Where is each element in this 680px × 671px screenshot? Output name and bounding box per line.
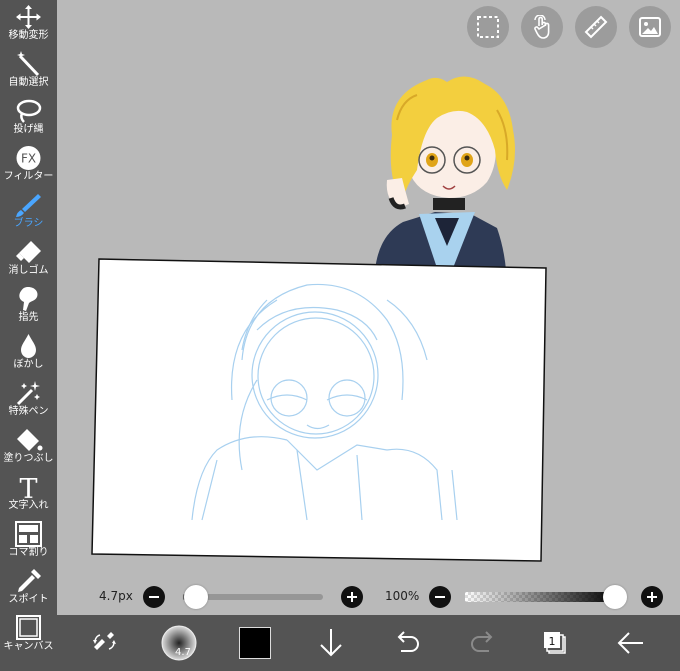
tool-text[interactable]: T 文字入れ xyxy=(0,470,57,517)
tool-canvas[interactable]: キャンバス xyxy=(0,611,57,658)
undo-button[interactable] xyxy=(387,623,427,663)
tool-filter[interactable]: FX フィルター xyxy=(0,141,57,188)
bucket-fill-icon xyxy=(17,429,43,451)
drawing-canvas[interactable] xyxy=(57,0,680,579)
brush-size-slider-knob[interactable] xyxy=(183,585,208,609)
tool-label: キャンバス xyxy=(3,641,54,652)
tool-label: 自動選択 xyxy=(8,77,49,88)
canvas-icon xyxy=(16,615,41,640)
tool-label: ブラシ xyxy=(13,218,44,229)
sketch-paper xyxy=(91,258,547,562)
eraser-icon xyxy=(16,241,41,263)
tool-label: フィルター xyxy=(3,171,54,182)
smudge-icon xyxy=(19,287,38,311)
brush-icon xyxy=(16,194,41,217)
opacity-slider-knob[interactable] xyxy=(603,585,627,609)
character-illustration xyxy=(375,76,515,270)
artwork xyxy=(91,76,547,562)
brush-tip-preview-icon: 4.7 xyxy=(161,625,197,661)
frame-divider-icon xyxy=(15,521,42,547)
tool-sidebar: 移動変形 自動選択 投げ縄 FX フィルター ブラシ 消しゴム 指先 ぼかし 特… xyxy=(0,0,57,671)
brush-preview-button[interactable]: 4.7 xyxy=(159,623,199,663)
tool-auto-select[interactable]: 自動選択 xyxy=(0,47,57,94)
tool-special-pen[interactable]: 特殊ペン xyxy=(0,376,57,423)
tool-smudge[interactable]: 指先 xyxy=(0,282,57,329)
tool-label: スポイト xyxy=(8,594,49,605)
opacity-decrease-button[interactable] xyxy=(429,586,451,608)
tool-label: 指先 xyxy=(18,312,39,323)
opacity-value: 100% xyxy=(385,589,420,603)
tool-label: コマ割り xyxy=(8,547,49,558)
tool-brush[interactable]: ブラシ xyxy=(0,188,57,235)
plus-icon xyxy=(347,592,357,602)
blur-drop-icon xyxy=(21,334,36,358)
move-icon xyxy=(16,5,41,29)
brush-size-value: 4.7px xyxy=(99,589,133,603)
text-tool-glyph: T xyxy=(19,474,37,500)
tool-label: ぼかし xyxy=(13,359,44,370)
brush-size-decrease-button[interactable] xyxy=(143,586,165,608)
layers-button[interactable]: 1 xyxy=(535,623,575,663)
tool-eraser[interactable]: 消しゴム xyxy=(0,235,57,282)
lasso-icon xyxy=(16,99,42,123)
tool-blur[interactable]: ぼかし xyxy=(0,329,57,376)
minus-icon xyxy=(435,596,445,598)
current-color-swatch xyxy=(239,627,271,659)
arrow-left-icon xyxy=(617,632,643,654)
back-button[interactable] xyxy=(611,623,651,663)
minus-icon xyxy=(149,596,159,598)
color-picker-button[interactable] xyxy=(235,623,275,663)
fx-icon: FX xyxy=(16,146,41,170)
swap-pen-eraser-button[interactable] xyxy=(85,623,125,663)
tool-frame-divider[interactable]: コマ割り xyxy=(0,517,57,564)
layers-icon: 1 xyxy=(544,632,566,654)
opacity-increase-button[interactable] xyxy=(641,586,663,608)
pen-eraser-switch-icon xyxy=(93,632,116,650)
plus-icon xyxy=(647,592,657,602)
tool-lasso[interactable]: 投げ縄 xyxy=(0,94,57,141)
tool-eyedropper[interactable]: スポイト xyxy=(0,564,57,611)
tool-label: 消しゴム xyxy=(8,265,49,276)
brush-size-increase-button[interactable] xyxy=(341,586,363,608)
tool-label: 移動変形 xyxy=(8,30,49,41)
arrow-down-icon xyxy=(320,629,342,657)
eyedropper-icon xyxy=(18,569,41,592)
download-button[interactable] xyxy=(311,623,351,663)
opacity-slider[interactable] xyxy=(465,592,617,602)
layer-count: 1 xyxy=(549,635,556,648)
brush-size-badge: 4.7 xyxy=(175,647,191,658)
redo-icon xyxy=(471,631,493,652)
bottom-toolbar: 4.7 1 xyxy=(57,615,680,671)
tool-label: 特殊ペン xyxy=(8,406,49,417)
fx-badge-text: FX xyxy=(21,152,36,166)
tool-label: 文字入れ xyxy=(8,500,49,511)
tool-move-transform[interactable]: 移動変形 xyxy=(0,0,57,47)
undo-icon xyxy=(397,631,419,652)
text-icon: T xyxy=(19,474,37,500)
brush-settings-bar: 4.7px 100% xyxy=(57,579,680,615)
special-pen-icon xyxy=(16,381,40,406)
redo-button[interactable] xyxy=(463,623,503,663)
tool-label: 塗りつぶし xyxy=(3,453,54,464)
magic-wand-icon xyxy=(17,51,40,77)
tool-fill[interactable]: 塗りつぶし xyxy=(0,423,57,470)
tool-label: 投げ縄 xyxy=(13,124,44,135)
